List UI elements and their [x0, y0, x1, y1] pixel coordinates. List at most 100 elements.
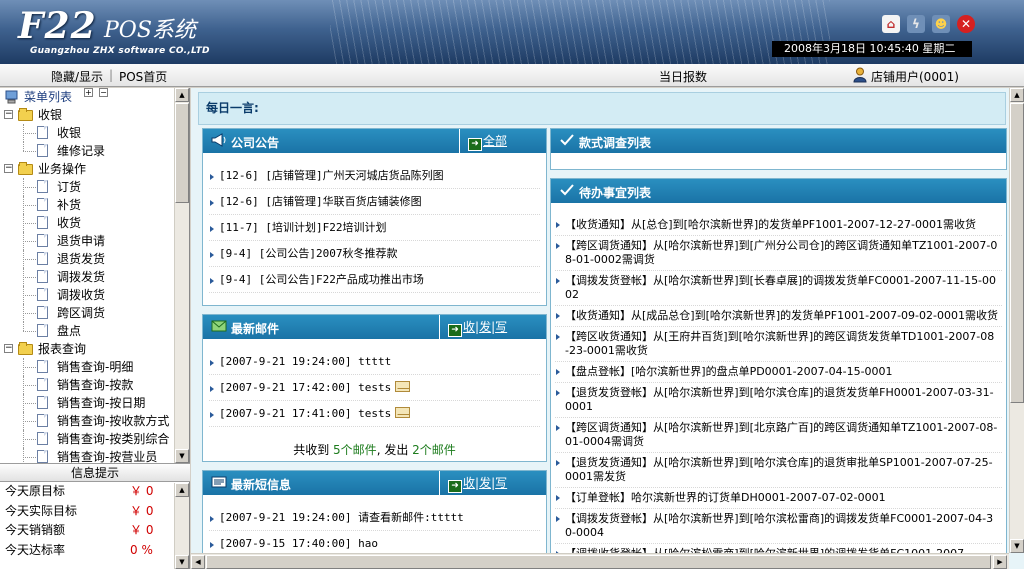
scroll-thumb[interactable]	[206, 555, 991, 569]
menu-category[interactable]: − 业务操作	[0, 160, 175, 178]
list-item[interactable]: [11-7] [培训计划]F22培训计划	[209, 215, 540, 241]
toggle-menu-link[interactable]: 隐藏/显示	[51, 68, 103, 85]
list-item[interactable]: [2007-9-21 17:42:00] tests	[209, 375, 540, 401]
daily-report-link[interactable]: 当日报数	[659, 68, 707, 85]
info-value: ￥ 0	[130, 523, 154, 537]
scroll-down-icon[interactable]: ▼	[175, 449, 189, 463]
announcements-all: ➜ 全部	[459, 129, 547, 153]
list-item[interactable]: [9-4] [公司公告]2007秋冬推荐款	[209, 241, 540, 267]
collapse-toggle-icon[interactable]: −	[4, 344, 13, 353]
menu-tree-title: 菜单列表	[24, 90, 73, 104]
menu-item[interactable]: 销售查询-按款	[0, 376, 175, 394]
list-item[interactable]: 【收货通知】从[总仓]到[哈尔滨新世界]的发货单PF1001-2007-12-2…	[555, 215, 1002, 236]
scroll-left-icon[interactable]: ◀	[191, 555, 205, 569]
sms-receive-link[interactable]: 收	[463, 476, 475, 490]
page-icon	[37, 126, 48, 139]
menu-item[interactable]: 收货	[0, 214, 175, 232]
list-item[interactable]: 【收货通知】从[成品总仓]到[哈尔滨新世界]的发货单PF1001-2007-09…	[555, 306, 1002, 327]
mail-write-link[interactable]: 写	[495, 320, 507, 334]
list-item[interactable]: [9-4] [公司公告]F22产品成功推出市场	[209, 267, 540, 293]
menu-category[interactable]: − 收银	[0, 106, 175, 124]
scroll-thumb[interactable]	[175, 103, 189, 203]
list-item[interactable]: [12-6] [店铺管理]华联百货店铺装修图	[209, 189, 540, 215]
menu-item[interactable]: 销售查询-按类别综合	[0, 430, 175, 448]
announcements-title: 公司公告	[231, 136, 280, 150]
list-item[interactable]: 【退货发货登帐】从[哈尔滨新世界]到[哈尔滨仓库]的退货发货单FH0001-20…	[555, 383, 1002, 418]
scroll-down-icon[interactable]: ▼	[175, 555, 189, 569]
menu-item[interactable]: 销售查询-按日期	[0, 394, 175, 412]
header-icon-bar: ⌂ ϟ ☻ ✕	[882, 15, 975, 33]
pos-home-link[interactable]: POS首页	[119, 68, 167, 85]
list-item[interactable]: [2007-9-21 19:24:00] ttttt	[209, 349, 540, 375]
collapse-all-button[interactable]: −	[99, 88, 108, 97]
info-row: 今天达标率 0 %	[0, 541, 175, 561]
list-item[interactable]: 【退货发货通知】从[哈尔滨新世界]到[哈尔滨仓库]的退货审批单SP1001-20…	[555, 453, 1002, 488]
scroll-up-icon[interactable]: ▲	[175, 483, 189, 497]
user-icon	[853, 67, 867, 83]
megaphone-icon	[211, 133, 227, 147]
folder-icon	[18, 342, 33, 355]
menu-item[interactable]: 退货发货	[0, 250, 175, 268]
menu-item[interactable]: 维修记录	[0, 142, 175, 160]
menu-item-label: 补货	[57, 198, 82, 212]
list-item[interactable]: 【跨区收货通知】从[王府井百货]到[哈尔滨新世界]的跨区调货发货单TD1001-…	[555, 327, 1002, 362]
sms-send-link[interactable]: 发	[479, 476, 491, 490]
mail-summary: 共收到 5个邮件, 发出 2个邮件	[203, 441, 546, 458]
list-item[interactable]: 【订单登帐】哈尔滨新世界的订货单DH0001-2007-07-02-0001	[555, 488, 1002, 509]
scroll-up-icon[interactable]: ▲	[175, 88, 189, 102]
mail-panel: 最新邮件 ➜ 收|发|写 [2007-9-21 19:24:00] ttttt […	[202, 314, 547, 462]
info-label: 今天原目标	[5, 484, 66, 498]
info-value: ￥ 0	[130, 503, 154, 518]
list-item[interactable]: 【调拨发货登帐】从[哈尔滨新世界]到[哈尔滨松雷商]的调拨发货单FC0001-2…	[555, 509, 1002, 544]
scroll-up-icon[interactable]: ▲	[1010, 88, 1024, 102]
list-item[interactable]: 【跨区调货通知】从[哈尔滨新世界]到[北京路广百]的跨区调货通知单TZ1001-…	[555, 418, 1002, 453]
menu-item-label: 销售查询-按日期	[57, 396, 146, 410]
list-item[interactable]: [2007-9-21 17:41:00] tests	[209, 401, 540, 427]
page-icon	[37, 324, 48, 337]
checklist-icon	[559, 183, 575, 197]
menu-category[interactable]: − 报表查询	[0, 340, 175, 358]
todo-title: 待办事宜列表	[579, 186, 652, 200]
list-item[interactable]: [2007-9-15 17:40:00] hao	[209, 531, 540, 553]
info-scrollbar[interactable]: ▲ ▼	[174, 483, 189, 569]
main-horizontal-scrollbar[interactable]: ◀ ▶	[191, 553, 1009, 569]
todo-panel: 待办事宜列表 【收货通知】从[总仓]到[哈尔滨新世界]的发货单PF1001-20…	[550, 178, 1007, 553]
menu-item[interactable]: 跨区调货	[0, 304, 175, 322]
menu-item[interactable]: 收银	[0, 124, 175, 142]
menu-scrollbar[interactable]: ▲ ▼	[174, 88, 189, 463]
scroll-right-icon[interactable]: ▶	[993, 555, 1007, 569]
collapse-toggle-icon[interactable]: −	[4, 110, 13, 119]
menu-item[interactable]: 销售查询-按收款方式	[0, 412, 175, 430]
scroll-thumb[interactable]	[1010, 103, 1024, 403]
mail-send-link[interactable]: 发	[479, 320, 491, 334]
sms-write-link[interactable]: 写	[495, 476, 507, 490]
close-icon[interactable]: ✕	[957, 15, 975, 33]
menu-item[interactable]: 销售查询-明细	[0, 358, 175, 376]
list-item[interactable]: 【跨区调货通知】从[哈尔滨新世界]到[广州分公司仓]的跨区调货通知单TZ1001…	[555, 236, 1002, 271]
list-item[interactable]: 【调拨收货登帐】从[哈尔滨松雷商]到[哈尔滨新世界]的调拨发货单FC1001-2…	[555, 544, 1002, 553]
collapse-toggle-icon[interactable]: −	[4, 164, 13, 173]
menu-item[interactable]: 补货	[0, 196, 175, 214]
menu-item[interactable]: 调拨收货	[0, 286, 175, 304]
menu-item-label: 退货发货	[57, 252, 106, 266]
list-item[interactable]: 【盘点登帐】[哈尔滨新世界]的盘点单PD0001-2007-04-15-0001	[555, 362, 1002, 383]
list-item[interactable]: 【调拨发货登帐】从[哈尔滨新世界]到[长春卓展]的调拨发货单FC0001-200…	[555, 271, 1002, 306]
list-item[interactable]: [2007-9-21 19:24:00] 请查看新邮件:ttttt	[209, 505, 540, 531]
expand-all-button[interactable]: +	[84, 88, 93, 97]
view-all-link[interactable]: 全部	[483, 134, 507, 148]
home-icon[interactable]: ⌂	[882, 15, 900, 33]
toolbar-separator: |	[109, 68, 114, 82]
list-item[interactable]: [12-6] [店铺管理]广州天河城店货品陈列图	[209, 163, 540, 189]
menu-item[interactable]: 盘点	[0, 322, 175, 340]
users-icon[interactable]: ☻	[932, 15, 950, 33]
page-icon	[37, 378, 48, 391]
menu-item[interactable]: 退货申请	[0, 232, 175, 250]
menu-item[interactable]: 调拨发货	[0, 268, 175, 286]
scroll-down-icon[interactable]: ▼	[1010, 539, 1024, 553]
mail-list: [2007-9-21 19:24:00] ttttt [2007-9-21 17…	[209, 349, 540, 427]
main-vertical-scrollbar[interactable]: ▲ ▼	[1009, 88, 1024, 553]
menu-item[interactable]: 订货	[0, 178, 175, 196]
flash-icon[interactable]: ϟ	[907, 15, 925, 33]
mail-receive-link[interactable]: 收	[463, 320, 475, 334]
menu-item[interactable]: 销售查询-按营业员	[0, 448, 175, 463]
